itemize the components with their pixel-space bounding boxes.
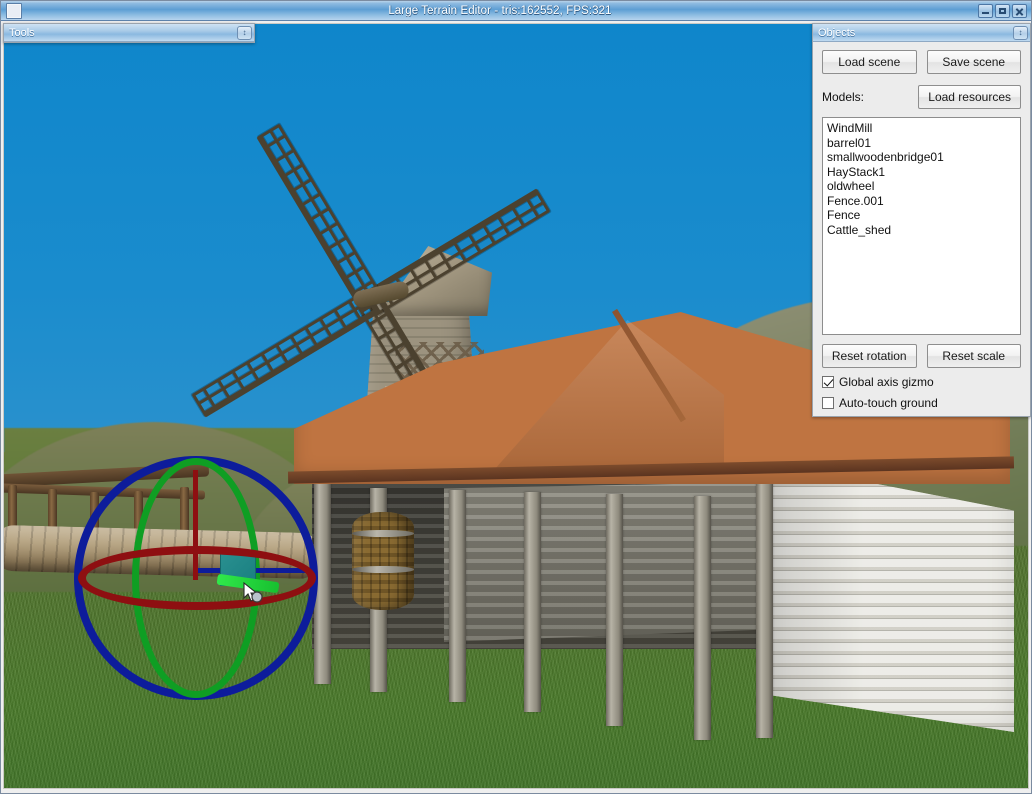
list-item[interactable]: Fence	[827, 208, 1016, 223]
close-button[interactable]	[1012, 3, 1027, 18]
rotation-gizmo[interactable]	[74, 456, 324, 706]
barrel-band	[352, 530, 414, 537]
window-client-area: Tools ↕ Objects ↕ Load scene Save scene …	[1, 21, 1031, 793]
barrel-model[interactable]	[352, 512, 414, 610]
barn-post	[524, 492, 541, 712]
maximize-button[interactable]	[995, 3, 1010, 18]
barn-post	[606, 494, 623, 726]
app-icon	[6, 2, 22, 19]
barn-post	[694, 496, 711, 740]
scene-buttons-row: Load scene Save scene	[822, 50, 1021, 74]
list-item[interactable]: Fence.001	[827, 194, 1016, 209]
list-item[interactable]: barrel01	[827, 136, 1016, 151]
application-window: Large Terrain Editor - tris:162552, FPS:…	[0, 0, 1032, 794]
barn-side-wall-shading	[764, 462, 1014, 732]
save-scene-button[interactable]: Save scene	[926, 50, 1021, 74]
windmill-blade	[256, 123, 386, 314]
window-controls	[978, 3, 1027, 18]
models-list[interactable]: WindMill barrel01 smallwoodenbridge01 Ha…	[822, 117, 1021, 335]
barn-post	[449, 490, 466, 702]
tools-panel-title: Tools	[9, 26, 35, 39]
tools-panel-collapse-toggle-icon[interactable]: ↕	[237, 25, 252, 40]
models-label: Models:	[822, 90, 865, 104]
list-item[interactable]: smallwoodenbridge01	[827, 150, 1016, 165]
models-row: Models: Load resources	[822, 85, 1021, 109]
auto-touch-ground-checkbox[interactable]	[822, 397, 834, 409]
minimize-button[interactable]	[978, 3, 993, 18]
gizmo-ring-x[interactable]	[78, 546, 316, 610]
barn-post	[756, 480, 773, 738]
tools-panel[interactable]: Tools ↕	[3, 23, 255, 43]
objects-panel-header[interactable]: Objects ↕	[813, 24, 1030, 42]
objects-panel: Objects ↕ Load scene Save scene Models: …	[812, 23, 1031, 417]
auto-touch-ground-row[interactable]: Auto-touch ground	[822, 396, 1021, 410]
load-resources-button[interactable]: Load resources	[918, 85, 1021, 109]
list-item[interactable]: oldwheel	[827, 179, 1016, 194]
reset-rotation-button[interactable]: Reset rotation	[822, 344, 917, 368]
auto-touch-ground-label: Auto-touch ground	[839, 396, 938, 410]
mouse-cursor-icon	[243, 582, 263, 603]
objects-panel-body: Load scene Save scene Models: Load resou…	[813, 42, 1030, 416]
list-item[interactable]: WindMill	[827, 121, 1016, 136]
global-axis-gizmo-row[interactable]: Global axis gizmo	[822, 375, 1021, 389]
load-scene-button[interactable]: Load scene	[822, 50, 917, 74]
objects-panel-title: Objects	[818, 26, 856, 39]
reset-buttons-row: Reset rotation Reset scale	[822, 344, 1021, 368]
list-item[interactable]: Cattle_shed	[827, 223, 1016, 238]
window-title: Large Terrain Editor - tris:162552, FPS:…	[388, 4, 612, 17]
reset-scale-button[interactable]: Reset scale	[926, 344, 1021, 368]
window-titlebar: Large Terrain Editor - tris:162552, FPS:…	[1, 1, 1031, 21]
global-axis-gizmo-label: Global axis gizmo	[839, 375, 934, 389]
global-axis-gizmo-checkbox[interactable]	[822, 376, 834, 388]
list-item[interactable]: HayStack1	[827, 165, 1016, 180]
tools-panel-header[interactable]: Tools ↕	[4, 24, 254, 42]
objects-panel-collapse-toggle-icon[interactable]: ↕	[1013, 25, 1028, 40]
barrel-band	[352, 566, 414, 573]
